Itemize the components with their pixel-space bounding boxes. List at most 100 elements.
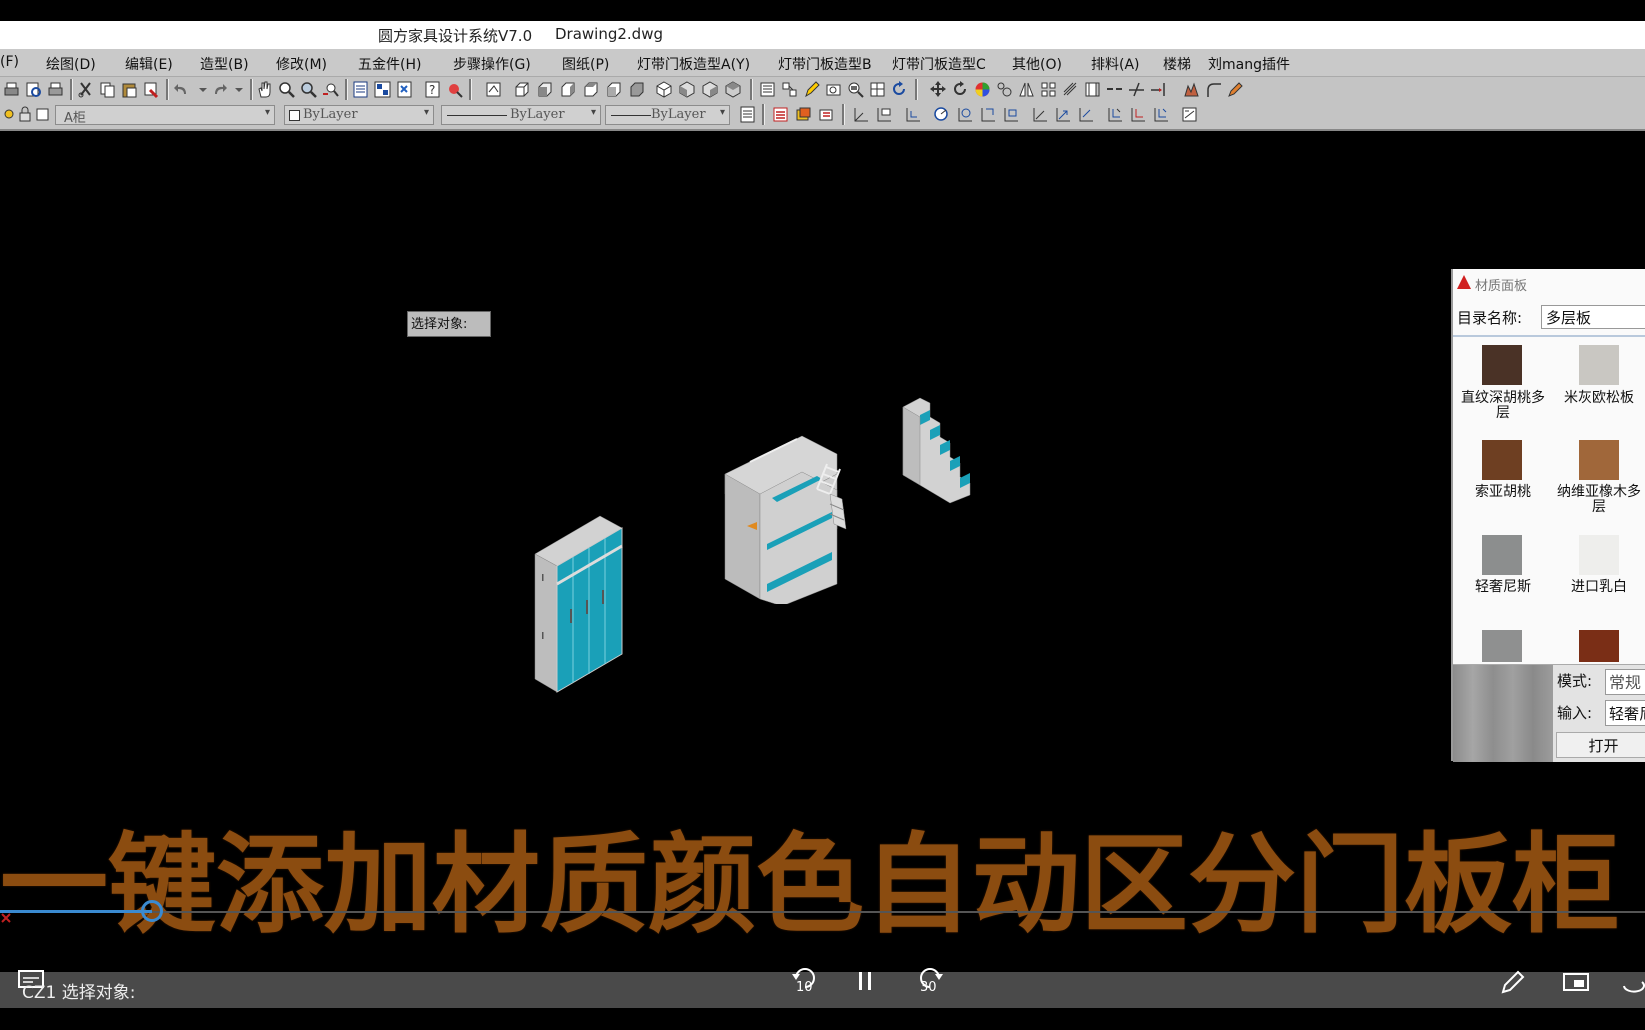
command-line-bar[interactable]	[0, 972, 1645, 1008]
print-preview-icon[interactable]	[24, 80, 43, 99]
menu-drawing[interactable]: 图纸(P)	[562, 54, 609, 74]
menu-file[interactable]: (F)	[0, 54, 19, 70]
plot-style-icon[interactable]	[738, 105, 757, 124]
menu-plugin[interactable]: 刘mang插件	[1208, 54, 1290, 74]
find-icon[interactable]	[846, 80, 865, 99]
redo-icon[interactable]	[210, 80, 229, 99]
menu-hardware[interactable]: 五金件(H)	[358, 54, 421, 74]
bunk-bed-model[interactable]	[722, 434, 872, 604]
stretch-icon[interactable]	[1061, 80, 1080, 99]
menu-stairs[interactable]: 楼梯	[1163, 54, 1191, 74]
view-sw-iso-icon[interactable]	[655, 80, 674, 99]
menu-draw[interactable]: 绘图(D)	[46, 54, 96, 74]
dim-diameter-icon[interactable]	[955, 105, 974, 124]
dim-update-icon[interactable]	[1151, 105, 1170, 124]
view-top-icon[interactable]	[512, 80, 531, 99]
undo-icon[interactable]	[172, 80, 191, 99]
block-icon[interactable]	[780, 80, 799, 99]
view-back-icon[interactable]	[627, 80, 646, 99]
view-left-icon[interactable]	[558, 80, 577, 99]
view-bottom-icon[interactable]	[535, 80, 554, 99]
layer-select[interactable]: A柜 ▾	[55, 105, 275, 126]
dim-aligned-icon[interactable]	[874, 105, 893, 124]
dim-center-icon[interactable]	[1105, 105, 1124, 124]
menu-other[interactable]: 其他(O)	[1012, 54, 1062, 74]
dim-linear-icon[interactable]	[851, 105, 870, 124]
menu-door-c[interactable]: 灯带门板造型C	[892, 54, 986, 74]
match-properties-icon[interactable]	[142, 80, 161, 99]
picture-in-picture-icon[interactable]	[1562, 972, 1590, 994]
stair-cabinet-model[interactable]	[900, 395, 975, 505]
layer-previous-icon[interactable]	[817, 105, 836, 124]
view-named-icon[interactable]	[484, 80, 503, 99]
rewind-10-button[interactable]: 10	[790, 966, 820, 1002]
catalog-select[interactable]: 多层板	[1541, 305, 1645, 329]
dim-edit-icon[interactable]	[1128, 105, 1147, 124]
edit-pen-icon[interactable]	[1226, 80, 1245, 99]
pencil-icon[interactable]	[1500, 969, 1526, 995]
dim-baseline-icon[interactable]	[1001, 105, 1020, 124]
dim-continue-icon[interactable]	[1030, 105, 1049, 124]
dim-angular-icon[interactable]	[978, 105, 997, 124]
view-right-icon[interactable]	[581, 80, 600, 99]
cut-icon[interactable]	[76, 80, 95, 99]
menu-door-b[interactable]: 灯带门板造型B	[778, 54, 872, 74]
print-icon[interactable]	[2, 80, 21, 99]
render-icon[interactable]	[445, 80, 464, 99]
color-wheel-icon[interactable]	[973, 80, 992, 99]
wardrobe-model[interactable]	[530, 514, 630, 694]
refresh-icon[interactable]	[890, 80, 909, 99]
menu-model[interactable]: 造型(B)	[200, 54, 249, 74]
explode-icon[interactable]	[1182, 80, 1201, 99]
design-center-icon[interactable]	[373, 80, 392, 99]
rotate-icon[interactable]	[951, 80, 970, 99]
extend-icon[interactable]	[1149, 80, 1168, 99]
grid-select-icon[interactable]	[868, 80, 887, 99]
mirror-icon[interactable]	[1017, 80, 1036, 99]
fillet-icon[interactable]	[1204, 80, 1223, 99]
pencil-icon[interactable]	[802, 80, 821, 99]
video-progress-track[interactable]	[0, 911, 1645, 913]
dim-style-icon[interactable]	[1180, 105, 1199, 124]
paste-icon[interactable]	[120, 80, 139, 99]
zoom-window-icon[interactable]	[299, 80, 318, 99]
zoom-previous-icon[interactable]	[321, 80, 340, 99]
dim-ordinate-icon[interactable]	[903, 105, 922, 124]
copy-icon[interactable]	[98, 80, 117, 99]
view-front-icon[interactable]	[604, 80, 623, 99]
dim-tolerance-icon[interactable]	[1076, 105, 1095, 124]
menu-modify[interactable]: 修改(M)	[276, 54, 327, 74]
color-select[interactable]: ByLayer ▾	[284, 105, 434, 125]
video-progress-handle[interactable]	[141, 900, 163, 922]
vr-360-icon[interactable]	[1620, 970, 1645, 996]
mode-select[interactable]: 常规	[1605, 669, 1645, 695]
trim-icon[interactable]	[1127, 80, 1146, 99]
open-button[interactable]: 打开	[1556, 732, 1645, 758]
view-ne-iso-icon[interactable]	[701, 80, 720, 99]
menu-edit[interactable]: 编辑(E)	[125, 54, 173, 74]
lineweight-select[interactable]: ByLayer ▾	[605, 105, 730, 125]
menu-nesting[interactable]: 排料(A)	[1091, 54, 1140, 74]
zoom-realtime-icon[interactable]	[277, 80, 296, 99]
layer-list-icon[interactable]	[771, 105, 790, 124]
plot-icon[interactable]	[46, 80, 65, 99]
dim-leader-icon[interactable]	[1053, 105, 1072, 124]
frame-icon[interactable]	[824, 80, 843, 99]
move-icon[interactable]	[929, 80, 948, 99]
view-nw-iso-icon[interactable]	[724, 80, 743, 99]
view-se-iso-icon[interactable]	[678, 80, 697, 99]
pan-hand-icon[interactable]	[255, 80, 274, 99]
layer-state-icon[interactable]	[794, 105, 813, 124]
menu-steps[interactable]: 步骤操作(G)	[453, 54, 531, 74]
redo-dropdown-icon[interactable]	[230, 80, 249, 99]
dim-radius-icon[interactable]	[932, 105, 951, 124]
menu-door-a[interactable]: 灯带门板造型A(Y)	[637, 54, 750, 74]
array-icon[interactable]	[1039, 80, 1058, 99]
linetype-select[interactable]: ByLayer ▾	[441, 105, 601, 125]
scale-icon[interactable]	[995, 80, 1014, 99]
tool-palettes-icon[interactable]	[395, 80, 414, 99]
forward-30-button[interactable]: 30	[915, 966, 945, 1002]
input-field[interactable]: 轻奢尼斯	[1605, 700, 1645, 726]
offset-icon[interactable]	[1083, 80, 1102, 99]
break-icon[interactable]	[1105, 80, 1124, 99]
